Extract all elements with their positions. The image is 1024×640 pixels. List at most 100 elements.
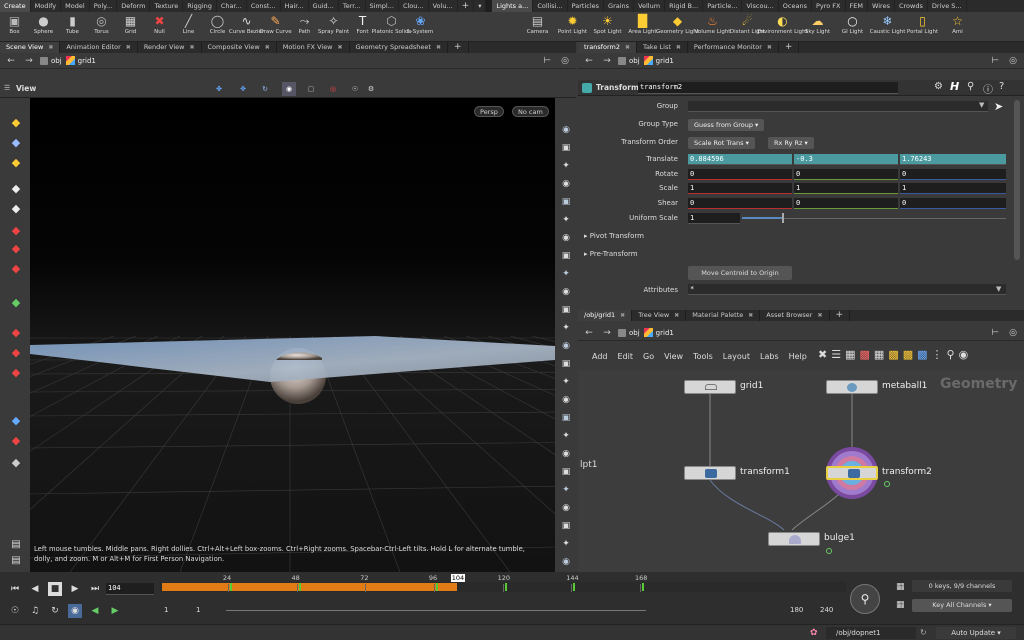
shelf-tab[interactable]: Particles: [568, 0, 605, 12]
channel-icon[interactable]: ▦: [896, 582, 905, 592]
net-menu-item[interactable]: Go: [643, 352, 654, 361]
key-icon[interactable]: ⚲: [850, 584, 880, 614]
tool-torus[interactable]: ◎ Torus: [87, 12, 116, 42]
texture-icon[interactable]: ▣: [557, 410, 575, 426]
node-metaball1[interactable]: [826, 380, 878, 394]
tool-null[interactable]: ✖ Null: [145, 12, 174, 42]
path-node[interactable]: grid1: [643, 56, 674, 65]
camera-menu[interactable]: No cam: [512, 106, 549, 117]
tool-distant-light[interactable]: ☄ Distant Light: [730, 12, 765, 42]
square-icon[interactable]: ◉: [557, 554, 575, 570]
close-icon[interactable]: ✖: [48, 42, 53, 53]
shelf-tab[interactable]: Viscou...: [742, 0, 779, 12]
lock-icon[interactable]: ◆: [7, 200, 25, 216]
scene-viewport[interactable]: Persp No cam Left mouse tumbles. Middle …: [30, 98, 555, 572]
dots-icon[interactable]: ✦: [557, 320, 575, 336]
link-icon[interactable]: ◎: [558, 55, 572, 67]
pin-icon[interactable]: ⊢: [988, 55, 1002, 67]
key-channels-menu[interactable]: Key All Channels ▾: [912, 599, 1012, 612]
shelf-tab[interactable]: Model: [61, 0, 90, 12]
keyframe-marker[interactable]: [229, 583, 232, 591]
tool-ambient-light[interactable]: ☆ Ami: [940, 12, 975, 42]
prims-icon[interactable]: ✦: [557, 374, 575, 390]
brush-display-icon[interactable]: ▣: [557, 356, 575, 372]
keyframe-marker[interactable]: [573, 583, 576, 591]
group-type-menu[interactable]: Guess from Group ▾: [688, 119, 765, 131]
close-icon[interactable]: ✖: [676, 42, 681, 53]
shape-icon[interactable]: ▣: [557, 464, 575, 480]
tiles-icon[interactable]: ▦: [845, 348, 855, 361]
shelf-tool-icon[interactable]: ◆: [7, 454, 25, 470]
uv-icon[interactable]: ◉: [557, 392, 575, 408]
group-field[interactable]: [688, 101, 988, 112]
checker-icon[interactable]: ✦: [557, 428, 575, 444]
net-menu-item[interactable]: Edit: [618, 352, 634, 361]
pane-tab[interactable]: Asset Browser ✖: [760, 310, 830, 321]
shelf-tab[interactable]: Grains: [604, 0, 635, 12]
uniform-scale-field[interactable]: 1: [688, 213, 740, 224]
camera-bottom-icon[interactable]: ▤: [7, 536, 25, 552]
eye-icon[interactable]: ◉: [557, 122, 575, 138]
shelf-tab[interactable]: Collisi...: [533, 0, 568, 12]
translate-z-field[interactable]: 1.76243: [900, 154, 1006, 165]
chevron-down-icon[interactable]: ▼: [996, 285, 1001, 293]
shelf-tab[interactable]: Particle...: [703, 0, 743, 12]
close-icon[interactable]: ✖: [817, 310, 822, 321]
move-centroid-button[interactable]: Move Centroid to Origin: [688, 266, 792, 280]
pane-tab[interactable]: Tree View ✖: [632, 310, 687, 321]
help-icon[interactable]: ?: [999, 81, 1004, 92]
tool-environment-light[interactable]: ◐ Environment Light: [757, 12, 808, 42]
attributes-field[interactable]: *: [688, 284, 1006, 295]
tool-line[interactable]: ╱ Line: [174, 12, 203, 42]
tool-sky-light[interactable]: ☁ Sky Light: [800, 12, 835, 42]
pane-tab[interactable]: Render View ✖: [138, 42, 202, 53]
net-menu-item[interactable]: Tools: [693, 352, 713, 361]
node-transform2[interactable]: [826, 466, 878, 480]
tool-area-light[interactable]: █ Area Light: [625, 12, 660, 42]
shelf-tab[interactable]: Deform: [117, 0, 151, 12]
forward-arrow-icon[interactable]: →: [22, 55, 36, 67]
pane-tab[interactable]: Scene View ✖: [0, 42, 61, 53]
shelf-tab[interactable]: Clou...: [399, 0, 429, 12]
handle-icon[interactable]: ◆: [7, 294, 25, 310]
close-icon[interactable]: ✖: [126, 42, 131, 53]
loop-icon[interactable]: ↻: [48, 604, 62, 618]
audio-icon[interactable]: ♫: [28, 604, 42, 618]
range-start-field[interactable]: 1: [164, 606, 168, 614]
forward-arrow-icon[interactable]: →: [600, 327, 614, 339]
status-path[interactable]: /obj/dopnet1: [826, 627, 916, 639]
pivot-transform-folder[interactable]: ▸ Pivot Transform: [584, 232, 644, 240]
display-icon[interactable]: ▢: [304, 82, 318, 96]
shelf-tab[interactable]: Const...: [247, 0, 281, 12]
add-tab-icon[interactable]: +: [448, 42, 469, 53]
view-tool-icon[interactable]: ◆: [7, 412, 25, 428]
shear-x-field[interactable]: 0: [688, 198, 792, 209]
shear-z-field[interactable]: 0: [900, 198, 1006, 209]
sticky-note-icon[interactable]: ▩: [888, 348, 898, 361]
shelf-tab[interactable]: Oceans: [779, 0, 812, 12]
color-palette-icon[interactable]: ▩: [860, 348, 870, 361]
shelf-tab[interactable]: Drive S...: [928, 0, 967, 12]
tool-circle[interactable]: ◯ Circle: [203, 12, 232, 42]
pin-icon[interactable]: ⊢: [540, 55, 554, 67]
gear-icon[interactable]: ⚙: [364, 82, 378, 96]
pane-tab[interactable]: Animation Editor ✖: [60, 42, 138, 53]
chevron-down-icon[interactable]: ▾: [474, 0, 487, 12]
range-slider-track[interactable]: [226, 610, 646, 611]
camera-display-icon[interactable]: ▣: [557, 140, 575, 156]
select-icon[interactable]: ◆: [7, 134, 25, 150]
path-node[interactable]: grid1: [643, 328, 674, 337]
node-name-field[interactable]: transform2: [638, 82, 898, 94]
image-icon[interactable]: ▩: [917, 348, 927, 361]
select-arrow-icon[interactable]: ➤: [994, 100, 1003, 113]
arrow-select-icon[interactable]: ◆: [7, 180, 25, 196]
shelf-tab[interactable]: Rigid B...: [665, 0, 704, 12]
realtime-icon[interactable]: ☉: [8, 604, 22, 618]
path-obj[interactable]: obj: [618, 56, 640, 65]
shelf-tab[interactable]: FEM: [846, 0, 868, 12]
node-transform1[interactable]: [684, 466, 736, 480]
path-obj[interactable]: obj: [40, 56, 62, 65]
lightbulb-icon[interactable]: ◉: [557, 176, 575, 192]
grid-display-icon[interactable]: ▣: [557, 518, 575, 534]
tool-l-system[interactable]: ❀ L-System: [406, 12, 435, 42]
